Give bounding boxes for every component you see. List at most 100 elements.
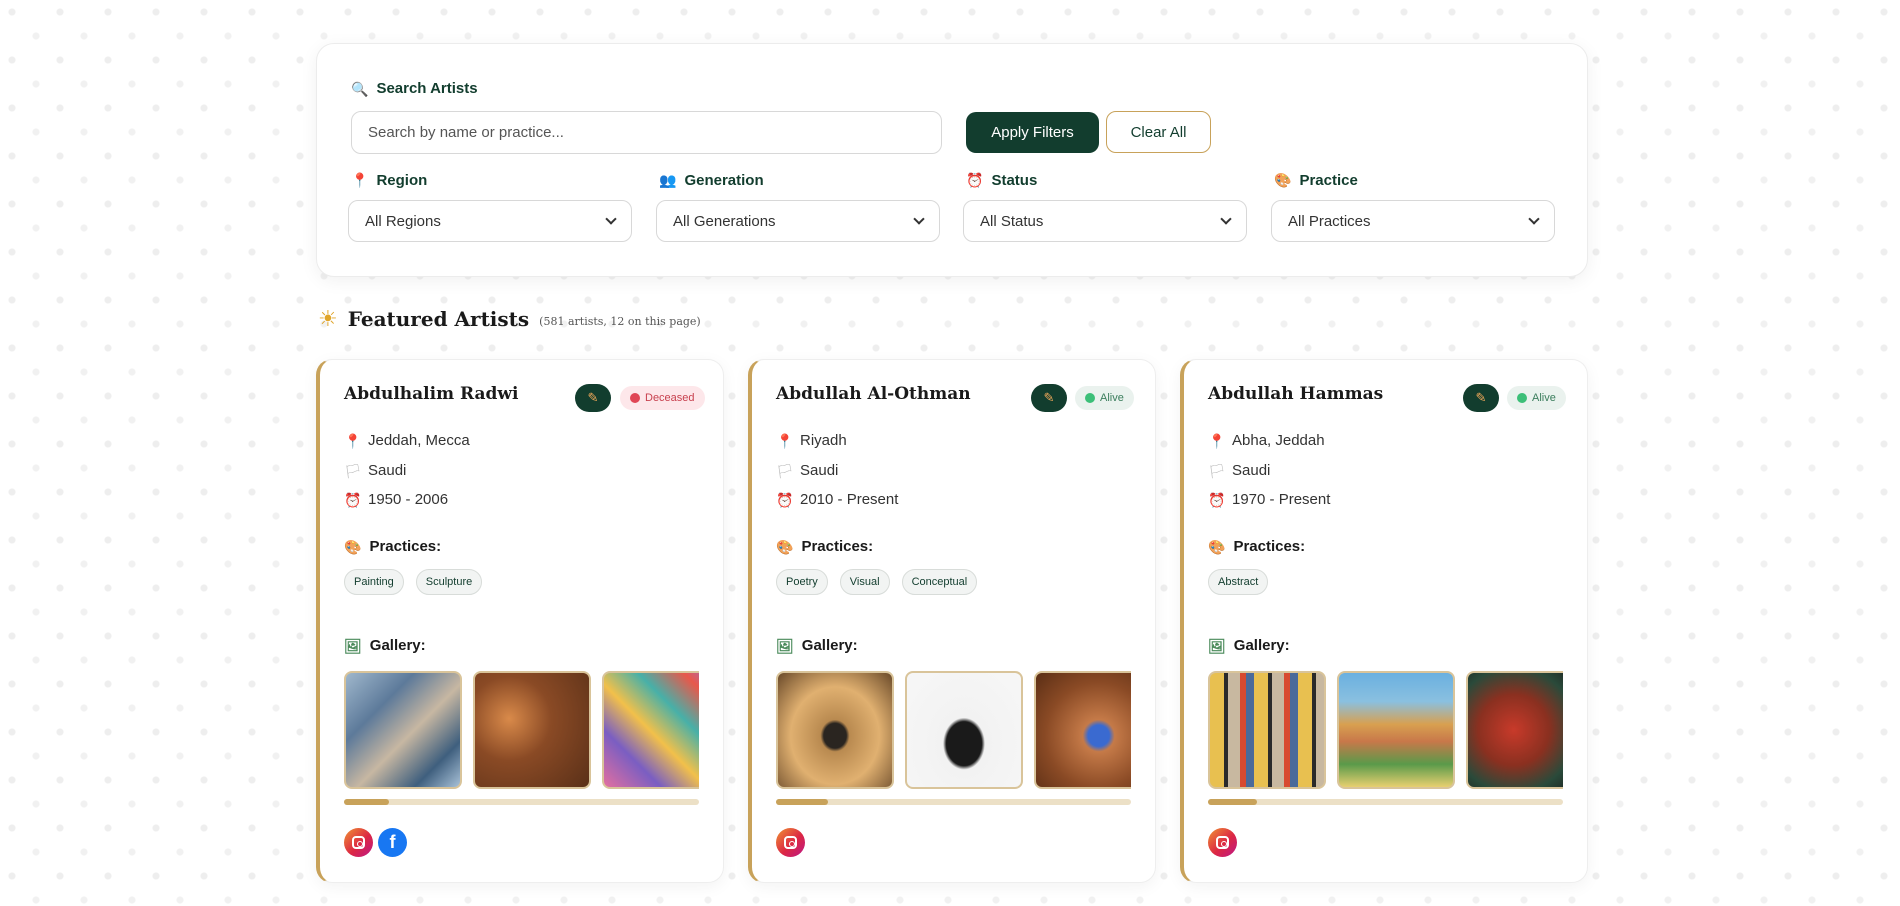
practices-label: 🎨 Practices: xyxy=(776,538,873,555)
alarm-clock-icon: ⏰ xyxy=(966,172,984,188)
practices-label: 🎨 Practices: xyxy=(1208,538,1305,555)
practice-tag[interactable]: Abstract xyxy=(1208,569,1269,595)
status-text: Alive xyxy=(1100,392,1124,404)
edit-button[interactable]: ✎ xyxy=(1031,384,1067,412)
palette-icon: 🎨 xyxy=(1208,538,1226,555)
practices-label: 🎨 Practices: xyxy=(344,538,441,555)
gallery-image[interactable] xyxy=(1208,671,1326,789)
section-header: ☀ Featured Artists (581 artists, 12 on t… xyxy=(318,306,701,332)
chevron-down-icon xyxy=(605,213,617,225)
nationality-text: Saudi xyxy=(1232,462,1271,479)
nationality-text: Saudi xyxy=(800,462,839,479)
gallery-image[interactable] xyxy=(344,671,462,789)
social-links: f xyxy=(344,828,407,857)
gallery-strip[interactable] xyxy=(1208,671,1563,792)
gallery-label: 🖼 Gallery: xyxy=(776,637,858,654)
status-text: Alive xyxy=(1532,392,1556,404)
search-input[interactable] xyxy=(351,111,942,154)
nationality-row: 🏳 Saudi xyxy=(776,462,838,479)
practice-tag[interactable]: Painting xyxy=(344,569,404,595)
region-label-text: Region xyxy=(376,171,428,189)
social-links xyxy=(776,828,805,857)
picture-icon: 🖼 xyxy=(344,637,362,654)
gallery-strip[interactable] xyxy=(776,671,1131,792)
practice-tag[interactable]: Sculpture xyxy=(415,569,483,595)
magnifier-icon: 🔍 xyxy=(351,80,369,97)
artist-card: Abdullah Hammas ✎ Alive 📍 Abha, Jeddah 🏳… xyxy=(1180,359,1588,883)
gallery-scrollbar[interactable] xyxy=(776,799,1131,805)
status-badge: Deceased xyxy=(620,386,705,410)
practice-tag[interactable]: Conceptual xyxy=(901,569,978,595)
gallery-label-text: Gallery: xyxy=(369,637,426,654)
search-label-text: Search Artists xyxy=(376,80,478,97)
practice-select-value: All Practices xyxy=(1288,212,1371,230)
pin-icon: 📍 xyxy=(344,432,362,449)
practice-filter: 🎨 Practice All Practices xyxy=(1271,170,1555,242)
gallery-image[interactable] xyxy=(473,671,591,789)
generation-label-text: Generation xyxy=(684,171,764,189)
gallery-image[interactable] xyxy=(776,671,894,789)
gallery-scroll-thumb[interactable] xyxy=(776,799,828,805)
status-select[interactable]: All Status xyxy=(963,200,1247,242)
gallery-strip[interactable] xyxy=(344,671,699,792)
years-text: 2010 - Present xyxy=(800,491,899,508)
gallery-image[interactable] xyxy=(1337,671,1455,789)
gallery-label: 🖼 Gallery: xyxy=(344,637,426,654)
nationality-row: 🏳 Saudi xyxy=(344,462,406,479)
gallery-scroll-thumb[interactable] xyxy=(1208,799,1257,805)
gallery-label-text: Gallery: xyxy=(801,637,858,654)
instagram-icon[interactable] xyxy=(344,828,373,857)
instagram-icon[interactable] xyxy=(776,828,805,857)
pencil-icon: ✎ xyxy=(1043,390,1055,405)
gallery-scrollbar[interactable] xyxy=(344,799,699,805)
location-text: Abha, Jeddah xyxy=(1232,432,1325,449)
status-text: Deceased xyxy=(645,392,695,404)
gallery-image[interactable] xyxy=(602,671,699,789)
generation-filter-label: 👥 Generation xyxy=(656,170,940,190)
practice-tags: Painting Sculpture xyxy=(344,569,483,595)
status-badge: Alive xyxy=(1075,386,1134,410)
artist-count: (581 artists, 12 on this page) xyxy=(539,314,701,328)
section-title: Featured Artists xyxy=(347,307,530,331)
years-row: ⏰ 1950 - 2006 xyxy=(344,491,448,508)
status-badge: Alive xyxy=(1507,386,1566,410)
location-text: Jeddah, Mecca xyxy=(368,432,470,449)
practices-label-text: Practices: xyxy=(1233,538,1306,555)
apply-filters-button[interactable]: Apply Filters xyxy=(966,112,1099,153)
generation-select[interactable]: All Generations xyxy=(656,200,940,242)
practices-label-text: Practices: xyxy=(369,538,442,555)
years-row: ⏰ 2010 - Present xyxy=(776,491,898,508)
status-select-value: All Status xyxy=(980,212,1044,230)
gallery-image[interactable] xyxy=(905,671,1023,789)
location-text: Riyadh xyxy=(800,432,847,449)
practice-tag[interactable]: Visual xyxy=(839,569,890,595)
facebook-icon[interactable]: f xyxy=(378,828,407,857)
edit-button[interactable]: ✎ xyxy=(575,384,611,412)
flag-icon: 🏳 xyxy=(1208,462,1226,479)
region-select[interactable]: All Regions xyxy=(348,200,632,242)
flag-icon: 🏳 xyxy=(344,462,362,479)
artist-name: Abdulhalim Radwi xyxy=(344,384,519,404)
chevron-down-icon xyxy=(1220,213,1232,225)
instagram-icon[interactable] xyxy=(1208,828,1237,857)
clear-all-button[interactable]: Clear All xyxy=(1106,111,1211,153)
practice-tag[interactable]: Poetry xyxy=(776,569,828,595)
generation-filter: 👥 Generation All Generations xyxy=(656,170,940,242)
gallery-scroll-thumb[interactable] xyxy=(344,799,389,805)
picture-icon: 🖼 xyxy=(1208,637,1226,654)
location-row: 📍 Jeddah, Mecca xyxy=(344,432,470,449)
edit-button[interactable]: ✎ xyxy=(1463,384,1499,412)
alarm-clock-icon: ⏰ xyxy=(776,491,794,508)
years-row: ⏰ 1970 - Present xyxy=(1208,491,1330,508)
practice-label-text: Practice xyxy=(1299,171,1358,189)
location-row: 📍 Abha, Jeddah xyxy=(1208,432,1325,449)
gallery-image[interactable] xyxy=(1466,671,1563,789)
alarm-clock-icon: ⏰ xyxy=(344,491,362,508)
practice-select[interactable]: All Practices xyxy=(1271,200,1555,242)
gallery-image[interactable] xyxy=(1034,671,1131,789)
gallery-scrollbar[interactable] xyxy=(1208,799,1563,805)
picture-icon: 🖼 xyxy=(776,637,794,654)
palette-icon: 🎨 xyxy=(344,538,362,555)
region-filter-label: 📍 Region xyxy=(348,170,632,190)
alarm-clock-icon: ⏰ xyxy=(1208,491,1226,508)
